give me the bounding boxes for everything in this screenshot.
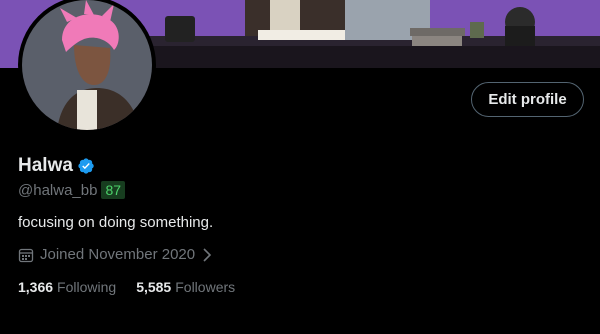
profile-name-row: Halwa [18,155,95,177]
following-count: 1,366 [18,279,54,295]
handle-row: @halwa_bb 87 [18,181,126,199]
chevron-right-icon [203,247,212,262]
follow-stats: 1,366 Following 5,585 Followers [18,279,255,295]
verified-badge-icon[interactable] [77,157,95,175]
avatar-illustration [22,0,152,130]
handle: @halwa_bb [18,181,98,199]
calendar-icon [18,248,34,262]
display-name: Halwa [18,155,73,176]
edit-profile-button[interactable]: Edit profile [471,82,584,117]
following-label: Following [57,279,117,295]
followers-link[interactable]: 5,585 Followers [136,279,235,295]
profile-avatar[interactable] [18,0,156,134]
joined-label: Joined November 2020 [40,246,196,263]
followers-label: Followers [175,279,236,295]
score-badge: 87 [101,181,126,199]
following-link[interactable]: 1,366 Following [18,279,116,295]
bio: focusing on doing something. [18,214,214,231]
followers-count: 5,585 [136,279,172,295]
joined-date[interactable]: Joined November 2020 [18,246,213,263]
